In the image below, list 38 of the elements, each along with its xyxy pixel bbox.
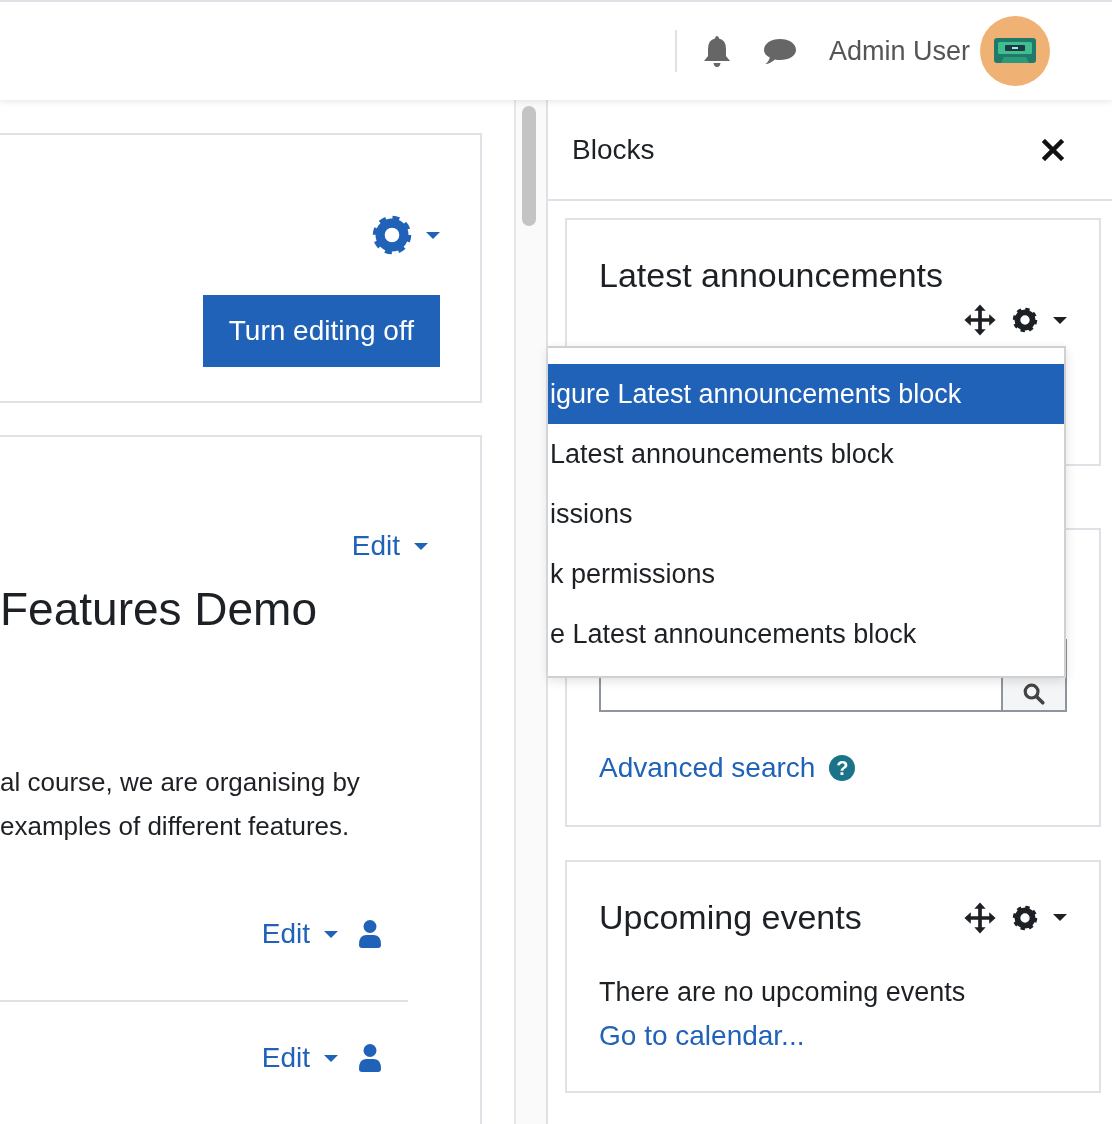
edit-menu-link[interactable]: Edit <box>261 1042 338 1074</box>
caret-icon <box>324 930 338 938</box>
chat-icon <box>762 36 797 66</box>
edit-menu-link[interactable]: Edit <box>351 530 428 562</box>
help-button[interactable]: ? <box>829 755 856 781</box>
menu-item[interactable]: e Latest announcements block <box>548 604 1064 664</box>
scrollbar-thumb[interactable] <box>522 106 536 226</box>
advanced-search-link[interactable]: Advanced search <box>599 752 816 784</box>
gear-icon <box>1011 306 1039 334</box>
move-icon <box>963 303 997 337</box>
edit-menu-link[interactable]: Edit <box>261 918 338 950</box>
no-events-message: There are no upcoming events <box>599 977 967 1008</box>
drawer-title: Blocks <box>572 133 655 166</box>
caret-icon <box>1053 914 1067 921</box>
close-icon <box>1042 138 1064 161</box>
close-button[interactable] <box>1042 138 1064 161</box>
user-name[interactable]: Admin User <box>828 35 970 67</box>
caret-icon <box>414 542 428 550</box>
section-summary: al course, we are organising by examples of different features. <box>0 766 361 843</box>
caret-icon <box>426 231 440 239</box>
calendar-link[interactable]: Go to calendar... <box>599 1020 805 1051</box>
menu-item[interactable]: igure Latest announcements block <box>548 364 1064 424</box>
gear-icon <box>370 213 414 257</box>
block-title: Latest announcements <box>599 256 945 295</box>
scrollbar[interactable] <box>514 100 548 1124</box>
move-icon <box>963 900 997 935</box>
menu-item[interactable]: Latest announcements block <box>548 424 1064 484</box>
caret-icon <box>1053 316 1067 324</box>
user-icon <box>358 919 382 949</box>
section-title: Features Demo <box>0 582 318 636</box>
menu-item[interactable]: issions <box>548 484 1064 544</box>
user-icon <box>358 1043 382 1073</box>
menu-item[interactable]: k permissions <box>548 544 1064 604</box>
caret-icon <box>324 1054 338 1062</box>
turn-editing-off-button[interactable]: Turn editing off <box>202 295 440 367</box>
search-icon <box>1022 682 1046 706</box>
block-title: Upcoming events <box>599 898 862 937</box>
gear-icon <box>1011 903 1039 932</box>
